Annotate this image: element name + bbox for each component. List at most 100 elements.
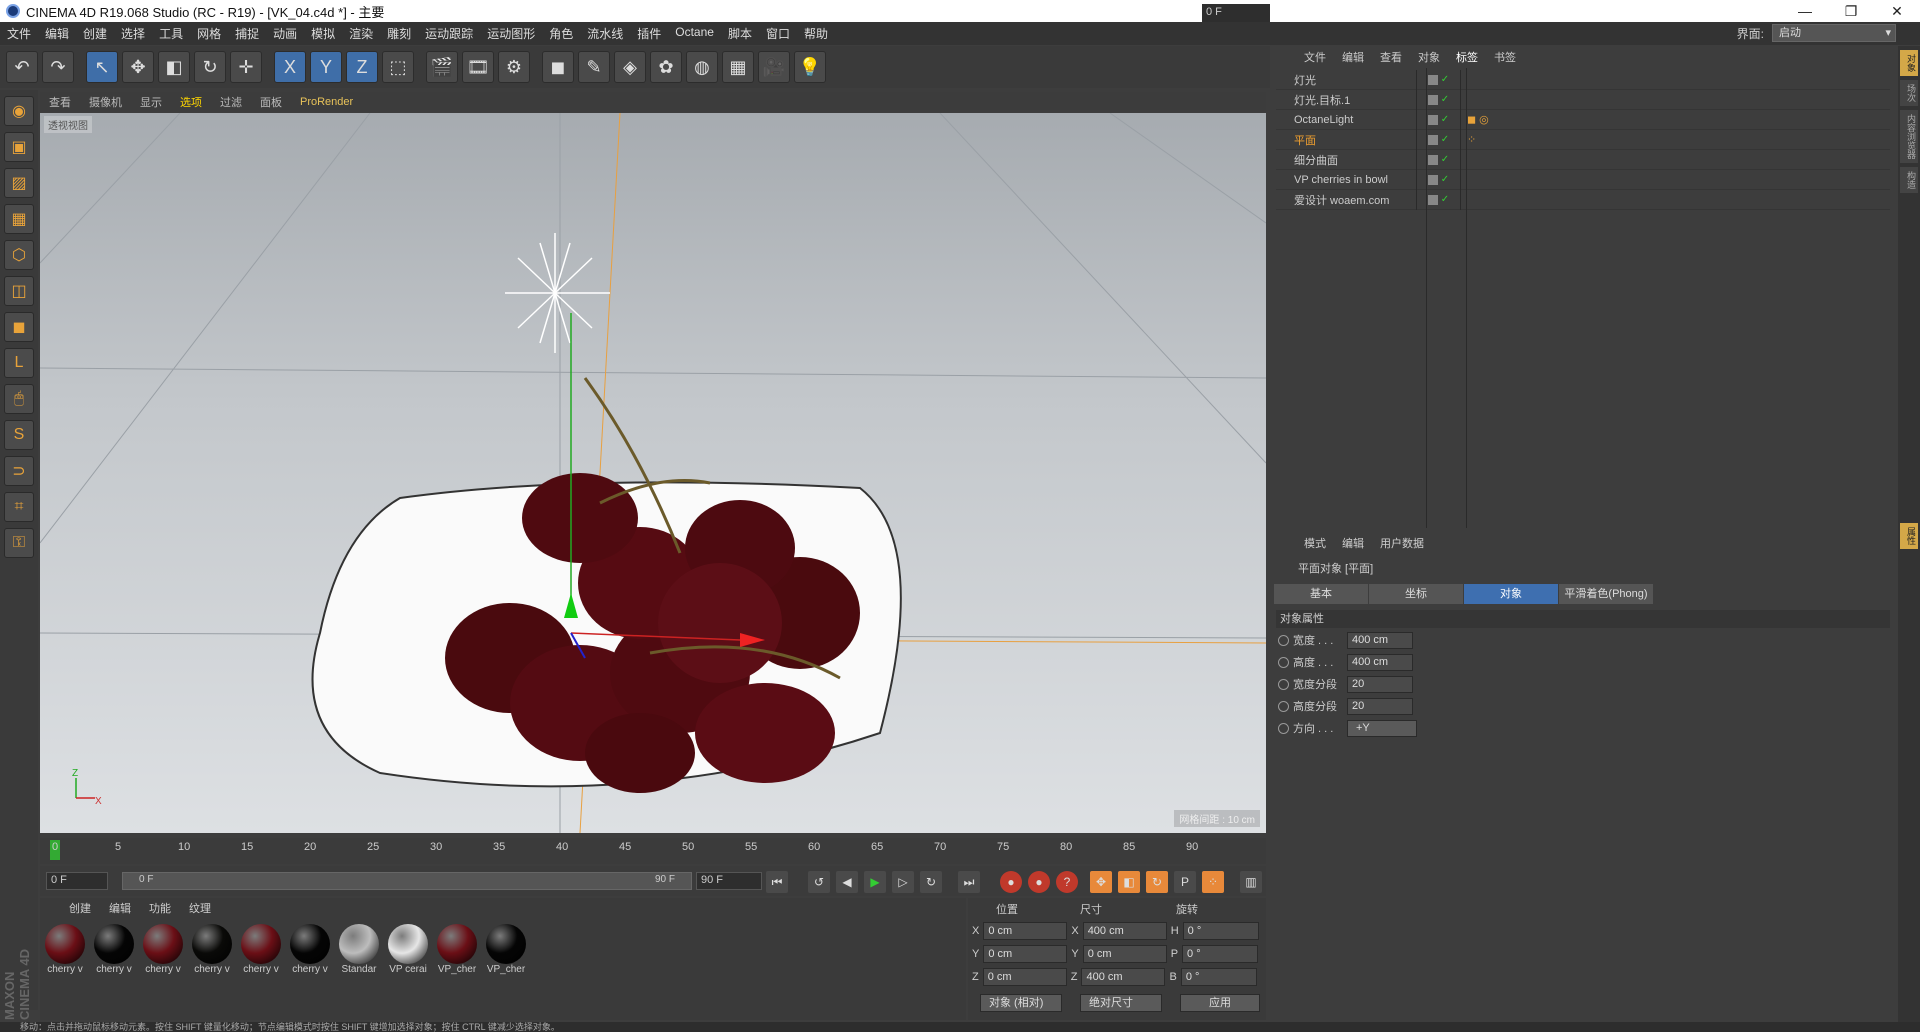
enabled-check-icon[interactable]: ✓ [1441,194,1449,205]
menu-item[interactable]: 动画 [266,25,304,42]
floor-icon[interactable]: ▦ [722,51,754,83]
object-menu-item[interactable]: 对象 [1410,49,1448,65]
enabled-check-icon[interactable]: ✓ [1441,174,1449,185]
menu-item[interactable]: 捕捉 [228,25,266,42]
minimize-button[interactable]: — [1782,0,1828,22]
size-mode-dropdown[interactable]: 绝对尺寸 [1080,994,1162,1012]
attribute-menu-item[interactable]: 模式 [1296,535,1334,551]
anim-radio[interactable] [1278,722,1289,734]
timeline-window-button[interactable]: ▥ [1240,871,1262,893]
goto-start-button[interactable]: ⏮ [766,871,788,893]
auto-key-button[interactable]: ● [1028,871,1050,893]
visibility-toggle[interactable] [1427,174,1438,185]
attribute-tab[interactable]: 平滑着色(Phong) [1559,584,1653,604]
close-button[interactable]: ✕ [1874,0,1920,22]
apply-button[interactable]: 应用 [1180,994,1260,1012]
solo-icon[interactable]: S [4,420,34,450]
enabled-check-icon[interactable]: ✓ [1441,134,1449,145]
material-swatch[interactable]: cherry v [238,924,284,984]
object-name[interactable]: 细分曲面 [1276,152,1416,168]
viewport-menu-item[interactable]: 过滤 [211,94,251,110]
menu-item[interactable]: 模拟 [304,25,342,42]
enabled-check-icon[interactable]: ✓ [1441,154,1449,165]
attribute-menu-item[interactable]: 用户数据 [1372,535,1432,551]
key-rotation-button[interactable]: ↻ [1146,871,1168,893]
points-mode-icon[interactable]: ⬡ [4,240,34,270]
attribute-value-field[interactable]: 400 cm [1347,631,1413,649]
viewport[interactable]: 透视视图 X Z 网格间距 : 10 cm [40,113,1266,833]
visibility-toggle[interactable] [1427,134,1438,145]
key-position-button[interactable]: ✥ [1090,871,1112,893]
record-key-button[interactable]: ● [1000,871,1022,893]
material-menu-item[interactable]: 创建 [60,900,100,916]
scale-icon[interactable]: ◧ [158,51,190,83]
object-menu-item[interactable]: 查看 [1372,49,1410,65]
select-icon[interactable]: ↖ [86,51,118,83]
enabled-check-icon[interactable]: ✓ [1441,94,1449,105]
object-row[interactable]: 灯光.目标.1 ✓ [1276,89,1890,110]
anim-radio[interactable] [1278,678,1289,690]
object-name[interactable]: 灯光.目标.1 [1276,92,1416,108]
attribute-value-field[interactable]: 20 [1347,697,1413,715]
render-picture-icon[interactable]: 🎞 [462,51,494,83]
viewport-menu-item[interactable]: 面板 [251,94,291,110]
attribute-value-field[interactable]: 400 cm [1347,653,1413,671]
attribute-tab[interactable]: 对象 [1464,584,1558,604]
position-field[interactable]: 0 cm [983,945,1068,963]
enabled-check-icon[interactable]: ✓ [1441,114,1449,125]
x-axis-icon[interactable]: X [274,51,306,83]
viewport-menu-item[interactable]: 显示 [131,94,171,110]
end-frame-field[interactable]: 90 F [696,872,762,890]
object-row[interactable]: 爱设计 woaem.com ✓ [1276,189,1890,210]
visibility-toggle[interactable] [1427,94,1438,105]
object-name[interactable]: 爱设计 woaem.com [1276,192,1416,208]
object-row[interactable]: VP cherries in bowl ✓ [1276,169,1890,190]
menu-item[interactable]: 编辑 [38,25,76,42]
material-swatch[interactable]: cherry v [287,924,333,984]
cloner-icon[interactable]: ✿ [650,51,682,83]
material-swatch[interactable]: cherry v [42,924,88,984]
size-field[interactable]: 400 cm [1082,922,1167,940]
viewport-menu-item[interactable]: 选项 [171,94,211,110]
right-tab[interactable]: 场次 [1900,80,1918,106]
visibility-toggle[interactable] [1427,194,1438,205]
pen-icon[interactable]: ✎ [578,51,610,83]
visibility-toggle[interactable] [1427,154,1438,165]
move-icon[interactable]: ✥ [122,51,154,83]
object-menu-item[interactable]: 编辑 [1334,49,1372,65]
viewport-menu-item[interactable]: ProRender [291,96,362,108]
material-swatch[interactable]: cherry v [91,924,137,984]
z-axis-icon[interactable]: Z [346,51,378,83]
key-param-button[interactable]: P [1174,871,1196,893]
tweak-mode-icon[interactable]: 🖱 [4,384,34,414]
redo-icon[interactable]: ↷ [42,51,74,83]
material-swatch[interactable]: VP_cher [434,924,480,984]
start-frame-field[interactable]: 0 F [46,872,108,890]
menu-item[interactable]: Octane [668,25,721,42]
menu-item[interactable]: 渲染 [342,25,380,42]
position-field[interactable]: 0 cm [982,968,1067,986]
menu-item[interactable]: 脚本 [721,25,759,42]
attribute-tab[interactable]: 基本 [1274,584,1368,604]
magnet-icon[interactable]: ⊃ [4,456,34,486]
object-name[interactable]: VP cherries in bowl [1276,174,1416,186]
camera-icon[interactable]: 🎥 [758,51,790,83]
cube-icon[interactable]: ◼ [542,51,574,83]
anim-radio[interactable] [1278,700,1289,712]
menu-item[interactable]: 网格 [190,25,228,42]
coord-mode-dropdown[interactable]: 对象 (相对) [980,994,1062,1012]
render-view-icon[interactable]: 🎬 [426,51,458,83]
make-editable-icon[interactable]: ◉ [4,96,34,126]
menu-item[interactable]: 运动图形 [480,25,542,42]
menu-item[interactable]: 运动跟踪 [418,25,480,42]
material-menu-item[interactable]: 纹理 [180,900,220,916]
material-swatch[interactable]: Standar [336,924,382,984]
interface-select[interactable]: 启动 [1772,24,1896,42]
right-tab-attributes[interactable]: 属性 [1900,523,1918,549]
object-row[interactable]: 灯光 ✓ [1276,69,1890,90]
size-field[interactable]: 0 cm [1082,945,1167,963]
prev-key-button[interactable]: ↺ [808,871,830,893]
key-selection-button[interactable]: ? [1056,871,1078,893]
object-name[interactable]: 灯光 [1276,72,1416,88]
coord-system-icon[interactable]: ⬚ [382,51,414,83]
